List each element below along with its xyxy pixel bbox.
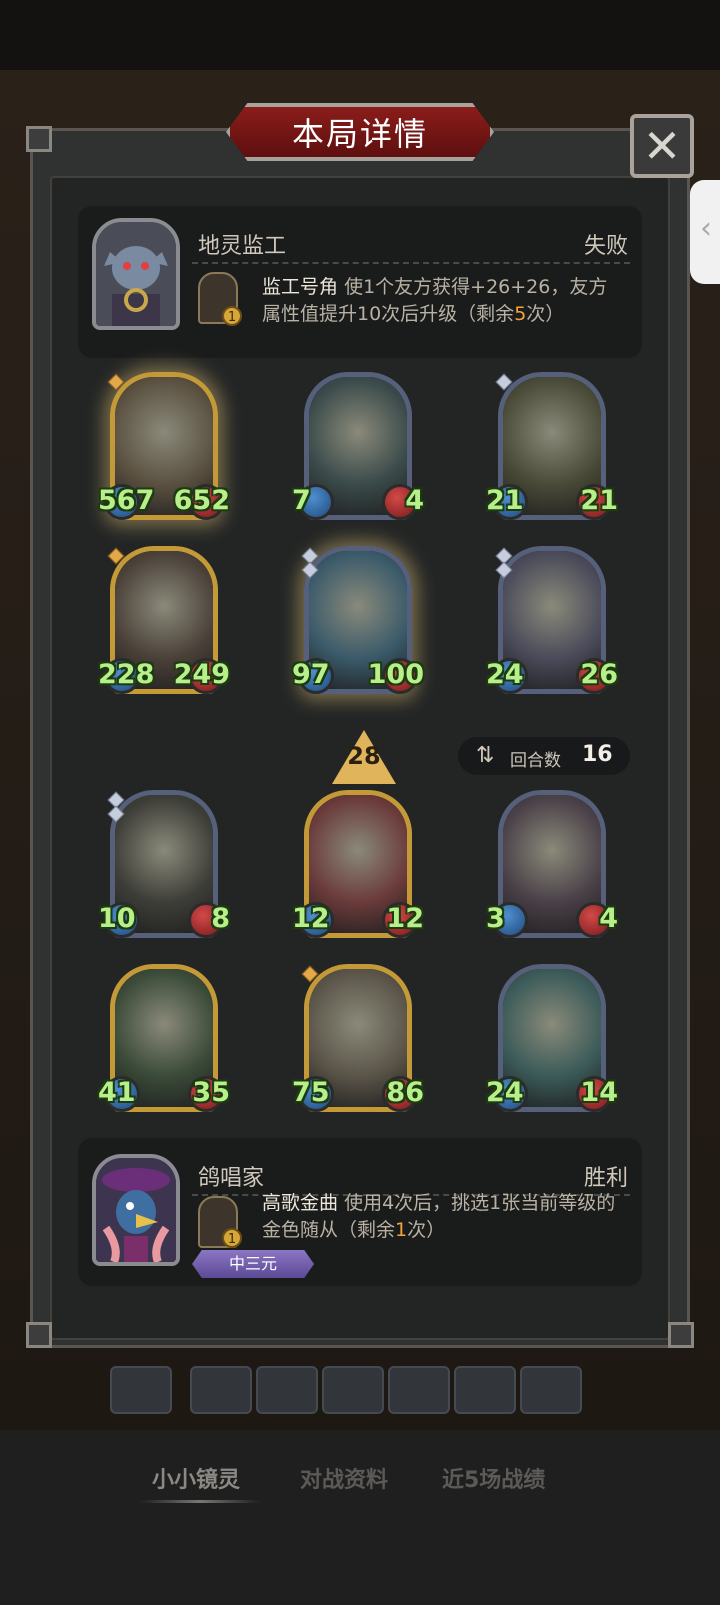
bottom-area xyxy=(0,1430,720,1605)
health-value: 8 xyxy=(211,903,230,934)
player-hero-portrait[interactable] xyxy=(92,1154,180,1266)
history-slot[interactable] xyxy=(520,1366,582,1414)
bottom-tabs: 小小镜灵 对战资料 近5场战绩 xyxy=(0,1462,720,1502)
tab-recent-five[interactable]: 近5场战绩 xyxy=(442,1462,545,1494)
opponent-hero-name: 地灵监工 xyxy=(198,234,287,259)
tavern-tier-value: 28 xyxy=(347,742,381,770)
bird-singer-portrait-icon xyxy=(96,1158,176,1262)
history-slot[interactable] xyxy=(454,1366,516,1414)
minion-card[interactable]: 24 14 xyxy=(486,964,618,1120)
attack-value: 567 xyxy=(98,485,155,516)
attack-value: 7 xyxy=(292,485,311,516)
attack-value: 97 xyxy=(292,659,330,690)
power-remaining: 1 xyxy=(395,1219,408,1241)
minion-card[interactable]: 75 86 xyxy=(292,964,424,1120)
hero-power-level: 1 xyxy=(222,306,242,326)
top-bar xyxy=(0,0,720,70)
chevron-left-icon: ‹ xyxy=(700,211,712,246)
side-drawer-handle[interactable]: ‹ xyxy=(690,180,720,284)
player-hero-block: 鸽唱家 胜利 1 高歌金曲 使用4次后，挑选1张当前等级的金色随从（剩余1次） … xyxy=(78,1138,642,1286)
history-slot[interactable] xyxy=(388,1366,450,1414)
hero-power-level: 1 xyxy=(222,1228,242,1248)
history-slot[interactable] xyxy=(110,1366,172,1414)
health-value: 4 xyxy=(599,903,618,934)
active-tab-indicator xyxy=(140,1500,260,1503)
health-value: 35 xyxy=(192,1077,230,1108)
title-banner: 本局详情 xyxy=(226,103,494,161)
rank-badge: 中三元 xyxy=(192,1250,314,1278)
minion-card[interactable]: 24 26 xyxy=(486,546,618,702)
rounds-counter: ⇅ 回合数 16 xyxy=(458,737,630,775)
health-value: 12 xyxy=(386,903,424,934)
history-slot[interactable] xyxy=(322,1366,384,1414)
minion-card[interactable]: 74 xyxy=(292,372,424,528)
minion-card[interactable]: 41 35 xyxy=(98,964,230,1120)
health-value: 100 xyxy=(367,659,424,690)
rounds-label: 回合数 xyxy=(510,751,561,771)
history-strip xyxy=(110,1366,600,1414)
close-icon: ✕ xyxy=(642,119,682,173)
attack-value: 228 xyxy=(98,659,155,690)
divider xyxy=(192,262,630,264)
refresh-icon: ⇅ xyxy=(476,743,495,768)
opponent-result: 失败 xyxy=(583,234,628,259)
minion-card[interactable]: 34 xyxy=(486,790,618,946)
attack-value: 12 xyxy=(292,903,330,934)
minion-card[interactable]: 97 100 xyxy=(292,546,424,702)
attack-value: 24 xyxy=(486,659,524,690)
opponent-hero-block: 地灵监工 失败 1 监工号角 使1个友方获得+26+26，友方属性值提升10次后… xyxy=(78,206,642,358)
goblin-portrait-icon xyxy=(96,222,176,326)
health-value: 249 xyxy=(173,659,230,690)
panel-corner xyxy=(26,126,52,152)
health-value: 4 xyxy=(405,485,424,516)
attack-value: 21 xyxy=(486,485,524,516)
player-result: 胜利 xyxy=(583,1166,628,1191)
close-button[interactable]: ✕ xyxy=(630,114,694,178)
rounds-value: 16 xyxy=(582,742,613,767)
attack-value: 41 xyxy=(98,1077,136,1108)
health-value: 21 xyxy=(580,485,618,516)
power-remaining: 5 xyxy=(514,303,527,325)
hero-power-description: 高歌金曲 使用4次后，挑选1张当前等级的金色随从（剩余1次） xyxy=(262,1190,626,1244)
attack-value: 75 xyxy=(292,1077,330,1108)
attack-value: 3 xyxy=(486,903,505,934)
health-value: 86 xyxy=(386,1077,424,1108)
page-title: 本局详情 xyxy=(291,115,428,153)
attack-value: 10 xyxy=(98,903,136,934)
attack-value: 24 xyxy=(486,1077,524,1108)
power-desc-text: 次） xyxy=(526,303,565,325)
opponent-hero-portrait[interactable] xyxy=(92,218,180,330)
minion-card[interactable]: 10 8 xyxy=(98,790,230,946)
history-slot[interactable] xyxy=(256,1366,318,1414)
panel-corner xyxy=(668,1322,694,1348)
tab-mirror-spirit[interactable]: 小小镜灵 xyxy=(152,1462,240,1494)
hero-power-name: 监工号角 xyxy=(262,276,339,298)
hero-power-name: 高歌金曲 xyxy=(262,1192,339,1214)
minion-card[interactable]: 12 12 xyxy=(292,790,424,946)
player-hero-name: 鸽唱家 xyxy=(198,1166,265,1191)
tab-battle-info[interactable]: 对战资料 xyxy=(300,1462,388,1494)
panel-corner xyxy=(26,1322,52,1348)
health-value: 14 xyxy=(580,1077,618,1108)
minion-card[interactable]: 21 21 xyxy=(486,372,618,528)
health-value: 26 xyxy=(580,659,618,690)
history-slot[interactable] xyxy=(190,1366,252,1414)
minion-card[interactable]: 567 652 xyxy=(98,372,230,528)
health-value: 652 xyxy=(173,485,230,516)
hero-power-description: 监工号角 使1个友方获得+26+26，友方属性值提升10次后升级（剩余5次） xyxy=(262,274,626,328)
minion-card[interactable]: 228 249 xyxy=(98,546,230,702)
power-desc-text: 次） xyxy=(407,1219,446,1241)
